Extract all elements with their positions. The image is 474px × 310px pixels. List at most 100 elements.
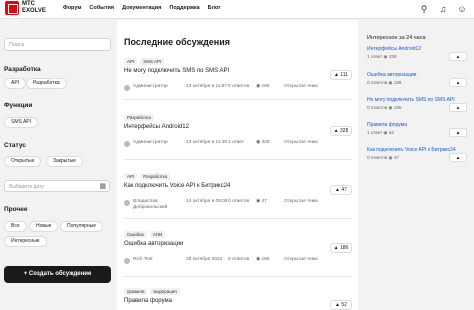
tag[interactable]: модерация — [150, 288, 180, 295]
view-count: ◉ 328 — [256, 140, 270, 145]
discussion-item[interactable]: правила модерация Правила форума ▲ 52 — [124, 288, 352, 310]
answer-count: 0 ответов — [228, 199, 250, 204]
discussion-meta: Владислав Добровольский 14 октября в 09:… — [124, 199, 324, 211]
search-input[interactable]: Поиск — [4, 38, 111, 51]
chip-new[interactable]: Новые — [29, 221, 59, 232]
discussion-item[interactable]: API SMS API Не могу подключить SMS по SM… — [124, 58, 352, 100]
discussion-meta: Rich Test 29 октября 2022 0 ответов ◉ 18… — [124, 257, 324, 264]
answer-count: 0 ответов — [228, 84, 250, 89]
post-date: 13 октября в 11:57 — [186, 84, 228, 89]
status-badge: Открытая тема — [284, 257, 318, 262]
discussion-title[interactable]: Ошибка авторизации — [124, 241, 352, 247]
author-name[interactable]: Администратор — [133, 84, 168, 91]
calendar-icon[interactable]: ▦ — [99, 182, 106, 190]
discussions-panel: Последние обсуждения API SMS API Не могу… — [117, 20, 358, 310]
tag[interactable]: правила — [124, 288, 148, 295]
user-icon[interactable]: ☺ — [456, 3, 468, 15]
trending-item: Как подключить Voice API к Битрикс24 0 о… — [367, 147, 469, 167]
nav-events[interactable]: События — [89, 5, 114, 11]
chip-sms-api[interactable]: SMS API — [4, 117, 39, 128]
status-badge: Открытая тема — [284, 199, 318, 204]
discussion-title[interactable]: Как подключить Voice API к Битрикс24 — [124, 183, 352, 189]
chip-all[interactable]: Все — [4, 221, 27, 232]
search-icon[interactable]: ⚲ — [418, 3, 430, 15]
page-title: Последние обсуждения — [124, 37, 231, 47]
view-count: ◉ 186 — [256, 257, 270, 262]
nav-blog[interactable]: Блог — [208, 5, 221, 11]
tag-list: Ошибка АПИ — [124, 231, 352, 238]
nav-support[interactable]: Поддержка — [169, 5, 199, 11]
view-count: ◉ 195 — [256, 84, 270, 89]
avatar — [124, 258, 130, 264]
main-nav: Форум События Документация Поддержка Бло… — [63, 5, 221, 11]
tag[interactable]: Разработка — [124, 114, 154, 121]
vote-button[interactable]: ▲ — [449, 103, 467, 112]
avatar — [124, 141, 130, 147]
create-discussion-button[interactable]: + Создать обсуждение — [4, 266, 111, 283]
nav-forum[interactable]: Форум — [63, 5, 81, 11]
tag[interactable]: АПИ — [149, 231, 166, 238]
author-name[interactable]: Владислав Добровольский — [133, 199, 186, 211]
trending-item: Ошибка авторизации 0 ответов ◉ 186 ▲ — [367, 72, 469, 92]
vote-button[interactable]: ▲ 111 — [330, 70, 352, 80]
vote-button[interactable]: ▲ 52 — [330, 300, 352, 310]
post-date: 14 октября в 09:08 — [186, 199, 228, 204]
bell-icon[interactable]: ♫ — [437, 3, 449, 15]
trending-title: Интересное за 24 часа — [367, 35, 426, 41]
section-title-development: Разработка — [4, 66, 41, 73]
view-count: ◉ 47 — [256, 199, 267, 204]
tag-list: правила модерация — [124, 288, 352, 295]
vote-button[interactable]: ▲ — [449, 128, 467, 137]
discussion-item[interactable]: API Разработка Как подключить Voice API … — [124, 173, 352, 219]
avatar — [124, 200, 130, 206]
avatar — [124, 85, 130, 91]
trending-item: Интерфейсы Android12 1 ответ ◉ 328 ▲ — [367, 46, 469, 66]
vote-button[interactable]: ▲ — [449, 52, 467, 61]
tag[interactable]: Ошибка — [124, 231, 147, 238]
author-name[interactable]: Rich Test — [133, 257, 153, 264]
status-badge: Открытая тема — [284, 140, 318, 145]
answer-count: 0 ответов — [228, 257, 250, 262]
tag[interactable]: Разработка — [140, 173, 171, 180]
chip-interesting[interactable]: Интересные — [4, 236, 47, 247]
status-badge: Открытая тема — [284, 84, 318, 89]
chip-closed[interactable]: Закрытые — [46, 156, 84, 167]
tag[interactable]: API — [124, 58, 138, 65]
trending-item: Правила форума 1 ответ ◉ 52 ▲ — [367, 122, 469, 142]
brand-name[interactable]: МТС EXOLVE — [22, 1, 46, 14]
nav-docs[interactable]: Документация — [122, 5, 161, 11]
discussion-title[interactable]: Правила форума — [124, 298, 352, 304]
tag[interactable]: API — [124, 173, 138, 180]
top-icons: ⚲ ♫ ☺ — [418, 3, 468, 15]
discussion-meta: Администратор 13 октября в 11:38 1 ответ… — [124, 140, 324, 147]
discussion-title[interactable]: Не могу подключить SMS по SMS API — [124, 68, 352, 74]
date-placeholder: Выберите дату — [9, 184, 44, 190]
vote-button[interactable]: ▲ — [449, 78, 467, 87]
section-title-functions: Функции — [4, 102, 33, 109]
filter-sidebar: Поиск Разработка API Разработка Функции … — [0, 20, 117, 310]
chip-api[interactable]: API — [4, 78, 27, 89]
vote-button[interactable]: ▲ — [449, 153, 467, 162]
chip-development[interactable]: Разработка — [26, 78, 67, 89]
trending-item: Не могу подключить SMS по SMS API 0 отве… — [367, 97, 469, 117]
chip-popular[interactable]: Популярные — [60, 221, 104, 232]
author-name[interactable]: Администратор — [133, 140, 168, 147]
vote-button[interactable]: ▲ 186 — [330, 243, 352, 253]
tag[interactable]: SMS API — [140, 58, 165, 65]
chip-open[interactable]: Открытые — [4, 156, 42, 167]
discussion-title[interactable]: Интерфейсы Android12 — [124, 124, 352, 130]
section-title-status: Статус — [4, 142, 26, 149]
date-picker-input[interactable]: Выберите дату ▦ — [4, 180, 110, 192]
tag-list: API SMS API — [124, 58, 352, 65]
vote-button[interactable]: ▲ 328 — [330, 126, 352, 136]
mts-logo-icon[interactable] — [5, 1, 19, 15]
tag-list: Разработка — [124, 114, 352, 121]
discussion-item[interactable]: Разработка Интерфейсы Android12 ▲ 328 Ад… — [124, 114, 352, 160]
post-date: 13 октября в 11:38 — [186, 140, 228, 145]
tag-list: API Разработка — [124, 173, 352, 180]
discussion-item[interactable]: Ошибка АПИ Ошибка авторизации ▲ 186 Rich… — [124, 231, 352, 277]
section-title-other: Прочее — [4, 206, 28, 213]
vote-button[interactable]: ▲ 47 — [330, 185, 352, 195]
brand-line-2: EXOLVE — [22, 7, 46, 14]
trending-sidebar: Интересное за 24 часа Интерфейсы Android… — [358, 20, 474, 310]
